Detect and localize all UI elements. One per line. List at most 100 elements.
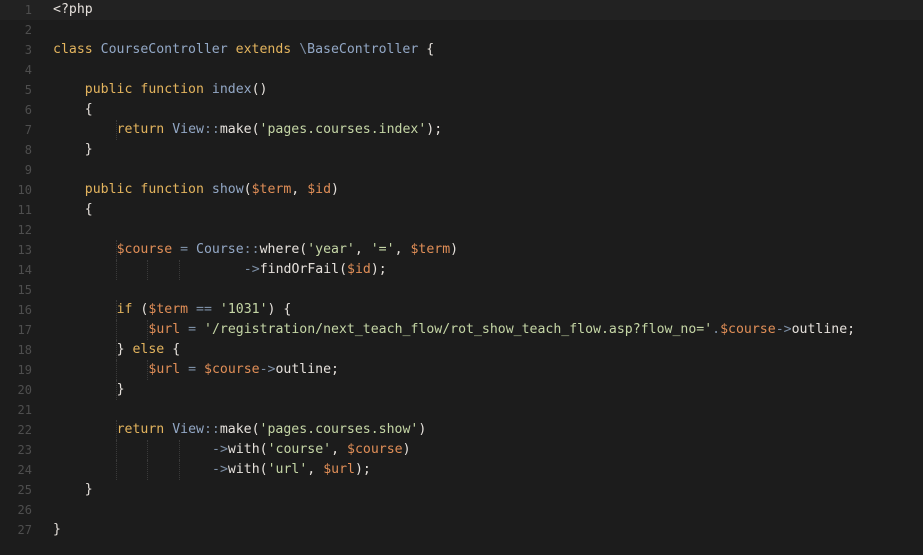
code-token-kw: return [116, 122, 165, 137]
code-token-var: $course [347, 442, 403, 457]
code-line[interactable]: 24 ->with('url', $url); [0, 460, 923, 480]
code-text: ->findOrFail($id); [244, 260, 387, 280]
code-line[interactable]: 7 return View::make('pages.courses.index'… [0, 120, 923, 140]
line-number: 27 [17, 523, 32, 537]
line-number: 2 [24, 23, 32, 37]
code-token-plain: ); [426, 122, 443, 137]
code-text: public function show($term, $id) [85, 180, 339, 200]
code-token-op: -> [243, 262, 260, 277]
line-number: 17 [17, 323, 32, 337]
code-token-str: 'pages.courses.index' [259, 122, 427, 137]
code-token-cls: View [172, 422, 204, 437]
line-number: 11 [17, 203, 32, 217]
indent-guide [115, 460, 117, 480]
code-text: return View::make('pages.courses.index')… [117, 120, 443, 140]
code-token-plain: ); [354, 462, 371, 477]
code-line[interactable]: 2 [0, 20, 923, 40]
line-number: 20 [17, 383, 32, 397]
code-token-str: 'url' [267, 462, 308, 477]
code-token-op: \ [299, 42, 308, 57]
code-token-plain: } [116, 342, 133, 357]
code-line[interactable]: 12 [0, 220, 923, 240]
line-number: 3 [24, 43, 32, 57]
code-line[interactable]: 8} [0, 140, 923, 160]
code-line[interactable]: 6{ [0, 100, 923, 120]
code-line[interactable]: 13 $course = Course::where('year', '=', $… [0, 240, 923, 260]
code-token-plain: { [418, 42, 435, 57]
line-number: 23 [17, 443, 32, 457]
code-token-var: $id [347, 262, 371, 277]
line-number: 7 [24, 123, 32, 137]
code-token-plain: outline; [791, 322, 856, 337]
code-token-op: :: [203, 422, 220, 437]
code-text: ->with('course', $course) [212, 440, 411, 460]
code-line[interactable]: 21 [0, 400, 923, 420]
code-token-plain: ) [331, 182, 339, 197]
code-line[interactable]: 22 return View::make('pages.courses.show'… [0, 420, 923, 440]
code-line[interactable]: 9 [0, 160, 923, 180]
code-line[interactable]: 1 <?php [0, 0, 923, 20]
code-line[interactable]: 4 [0, 60, 923, 80]
indent-guide [147, 260, 149, 280]
code-token-plain: , [291, 182, 308, 197]
code-token-str: 'year' [307, 242, 355, 257]
code-token-plain: outline; [275, 362, 340, 377]
code-line[interactable]: 19 $url = $course->outline; [0, 360, 923, 380]
code-token-op: == [196, 302, 212, 317]
line-number: 12 [17, 223, 32, 237]
code-token-plain: } [53, 522, 61, 537]
indent-guide [147, 460, 149, 480]
indent-guide [115, 440, 117, 460]
code-token-plain: ) [418, 422, 427, 437]
code-token-op: . [712, 322, 721, 337]
code-line[interactable]: 18} else { [0, 340, 923, 360]
code-token-str: '/registration/next_teach_flow/rot_show_… [204, 322, 713, 337]
code-token-plain: ); [370, 262, 387, 277]
code-token-str: '=' [370, 242, 395, 257]
code-token-plain: make( [219, 122, 260, 137]
line-number: 26 [17, 503, 32, 517]
code-token-plain: , [307, 462, 324, 477]
code-token-plain: ) { [267, 302, 292, 317]
code-line[interactable]: 17 $url = '/registration/next_teach_flow/… [0, 320, 923, 340]
line-number: 4 [24, 63, 32, 77]
code-line[interactable]: 26 [0, 500, 923, 520]
code-token-kw: class [53, 42, 93, 57]
code-token-plain: { [164, 342, 181, 357]
code-line[interactable]: 23 ->with('course', $course) [0, 440, 923, 460]
code-token-plain: } [116, 382, 125, 397]
code-token-plain: make( [219, 422, 260, 437]
code-token-op: = [188, 322, 197, 337]
code-token-cls: View [172, 122, 204, 137]
code-token-op: = [188, 362, 197, 377]
code-line[interactable]: 27} [0, 520, 923, 540]
line-number: 19 [17, 363, 32, 377]
code-line[interactable]: 25} [0, 480, 923, 500]
code-line[interactable]: 5 public function index() [0, 80, 923, 100]
code-token-op: = [180, 242, 189, 257]
code-token-var: $term [251, 182, 292, 197]
code-text: public function index() [85, 80, 268, 100]
code-token-op: :: [243, 242, 260, 257]
code-line[interactable]: 3 class CourseController extends \BaseCon… [0, 40, 923, 60]
code-line[interactable]: 10 public function show($term, $id) [0, 180, 923, 200]
code-editor[interactable]: 1 <?php 2 3 class CourseController extends \… [0, 0, 923, 555]
code-line[interactable]: 11 { [0, 200, 923, 220]
code-line[interactable]: 20} [0, 380, 923, 400]
code-token-plain: } [84, 482, 93, 497]
code-text: } else { [117, 340, 181, 360]
code-line[interactable]: 15 [0, 280, 923, 300]
code-line[interactable]: 16 if ($term == '1031') { [0, 300, 923, 320]
code-token-cls: Course [196, 242, 244, 257]
code-token-plain: , [331, 442, 348, 457]
code-text: <?php [53, 0, 93, 20]
code-line[interactable]: 14 ->findOrFail($id); [0, 260, 923, 280]
